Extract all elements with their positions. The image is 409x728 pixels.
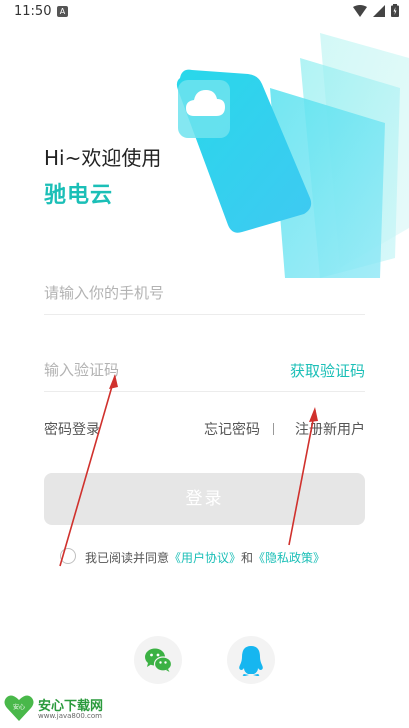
agreement-and: 和	[241, 551, 254, 565]
register-link[interactable]: 注册新用户	[295, 419, 365, 439]
greeting-text: Hi~欢迎使用	[44, 146, 162, 170]
login-options-row: 密码登录 忘记密码 注册新用户	[44, 419, 365, 439]
watermark-url: www.java800.com	[38, 712, 102, 720]
signal-icon	[373, 4, 385, 17]
battery-icon	[391, 4, 399, 17]
user-agreement-link[interactable]: 《用户协议》	[169, 551, 241, 565]
qq-icon	[239, 646, 263, 676]
agreement-checkbox[interactable]	[60, 548, 76, 564]
get-code-button[interactable]: 获取验证码	[290, 360, 365, 381]
verification-code-input[interactable]	[44, 352, 264, 388]
privacy-policy-link[interactable]: 《隐私政策》	[253, 551, 325, 565]
password-login-link[interactable]: 密码登录	[44, 419, 100, 439]
qq-login-button[interactable]	[227, 636, 275, 684]
wifi-icon	[353, 4, 367, 17]
phone-field	[44, 275, 365, 315]
wechat-login-button[interactable]	[134, 636, 182, 684]
annotation-arrow	[59, 375, 116, 567]
watermark-logo-text: 安心	[13, 703, 25, 711]
heart-logo-icon: 安心	[4, 695, 34, 721]
agreement-prefix: 我已阅读并同意	[85, 551, 170, 565]
status-bar: 11:50 A	[0, 0, 409, 24]
forgot-password-link[interactable]: 忘记密码	[204, 419, 260, 439]
agreement-text: 我已阅读并同意《用户协议》和《隐私政策》	[85, 549, 325, 566]
cloud-illustration	[176, 33, 409, 278]
notification-icon: A	[57, 6, 68, 17]
brand-name: 驰电云	[44, 183, 114, 208]
link-divider	[273, 423, 274, 435]
wechat-icon	[145, 648, 173, 672]
status-icons	[353, 4, 399, 17]
status-time: 11:50	[14, 4, 52, 19]
login-button[interactable]: 登录	[44, 473, 365, 525]
phone-input[interactable]	[44, 275, 264, 311]
watermark: 安心 安心下载网 www.java800.com	[4, 694, 114, 724]
verification-code-field: 获取验证码	[44, 352, 365, 392]
